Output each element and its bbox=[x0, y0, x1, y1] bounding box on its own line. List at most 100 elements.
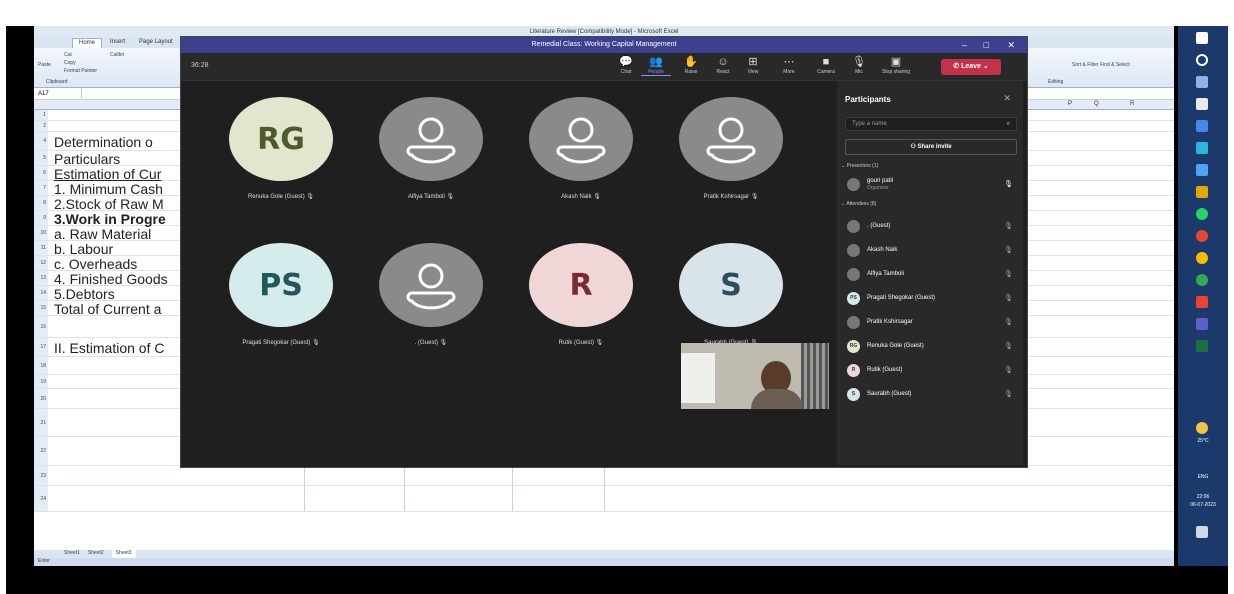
row-number[interactable]: 21 bbox=[34, 409, 48, 436]
sheet-tab[interactable]: Sheet1 bbox=[64, 550, 80, 558]
row-number[interactable]: 11 bbox=[34, 241, 48, 255]
font-select[interactable]: Calibri bbox=[110, 52, 124, 58]
search-icon[interactable] bbox=[1196, 54, 1208, 66]
self-video[interactable] bbox=[681, 343, 829, 409]
sheet-row[interactable]: 24 bbox=[34, 486, 1174, 512]
file-explorer-icon[interactable] bbox=[1196, 98, 1208, 110]
toolbar-view-button[interactable]: ⊞ View bbox=[738, 56, 768, 75]
excel-icon[interactable] bbox=[1196, 340, 1208, 352]
chrome-icon[interactable] bbox=[1196, 142, 1208, 154]
row-number[interactable]: 17 bbox=[34, 338, 48, 356]
attendee-item[interactable]: PS Pragati Shegokar (Guest) 🎙 bbox=[847, 291, 1017, 307]
cell-text[interactable]: Determination o bbox=[54, 134, 153, 150]
row-number[interactable]: 23 bbox=[34, 466, 48, 485]
row-number[interactable]: 24 bbox=[34, 486, 48, 511]
edge-icon[interactable] bbox=[1196, 120, 1208, 132]
row-number[interactable]: 1 bbox=[34, 110, 48, 120]
app-icon[interactable] bbox=[1196, 296, 1208, 308]
row-number[interactable]: 7 bbox=[34, 181, 48, 195]
row-number[interactable]: 19 bbox=[34, 375, 48, 388]
format-painter-button[interactable]: Format Painter bbox=[64, 68, 97, 74]
windows-icon[interactable] bbox=[1196, 32, 1208, 44]
cell-text[interactable]: II. Estimation of C bbox=[54, 340, 164, 356]
cell-text[interactable]: 3.Work in Progre bbox=[54, 211, 166, 227]
row-number[interactable]: 4 bbox=[34, 132, 48, 150]
cell-text[interactable]: b. Labour bbox=[54, 241, 113, 257]
column-header[interactable]: P bbox=[1068, 101, 1072, 107]
attendees-section[interactable]: ⌄ Attendees (8) bbox=[841, 201, 876, 207]
folder-icon[interactable] bbox=[1196, 186, 1208, 198]
find-select-button[interactable]: Find & Select bbox=[1100, 62, 1130, 68]
language-indicator[interactable]: ENG bbox=[1178, 474, 1228, 480]
attendee-item[interactable]: Akash Naik 🎙 bbox=[847, 243, 1017, 259]
attendee-item[interactable]: Alfiya Tamboli 🎙 bbox=[847, 267, 1017, 283]
browser-icon[interactable] bbox=[1196, 274, 1208, 286]
maximize-icon[interactable]: □ bbox=[984, 37, 989, 53]
row-number[interactable]: 14 bbox=[34, 286, 48, 300]
toolbar-camera-button[interactable]: ■ Camera bbox=[811, 56, 841, 75]
chrome-profile-icon[interactable] bbox=[1196, 230, 1208, 242]
cell-text[interactable]: 4. Finished Goods bbox=[54, 271, 168, 287]
row-number[interactable]: 18 bbox=[34, 357, 48, 374]
participant-tile[interactable]: Alfiya Tamboli 🎙 bbox=[351, 97, 501, 217]
cell-text[interactable]: 2.Stock of Raw M bbox=[54, 196, 164, 212]
clock-date[interactable]: 06-07-2023 bbox=[1178, 502, 1228, 508]
toolbar-people-button[interactable]: 👥 People bbox=[641, 56, 671, 76]
tab-home[interactable]: Home bbox=[72, 38, 103, 48]
row-number[interactable]: 6 bbox=[34, 166, 48, 180]
attendee-item[interactable]: . (Guest) 🎙 bbox=[847, 219, 1017, 235]
participant-tile[interactable]: . (Guest) 🎙 bbox=[351, 243, 501, 363]
toolbar-mic-button[interactable]: 🎙 Mic bbox=[844, 56, 874, 75]
mail-icon[interactable] bbox=[1196, 164, 1208, 176]
toolbar-react-button[interactable]: ☺ React bbox=[708, 56, 738, 75]
attendee-item[interactable]: RG Renuka Gole (Guest) 🎙 bbox=[847, 339, 1017, 355]
share-invite-button[interactable]: ⚇ Share invite bbox=[845, 139, 1017, 155]
task-view-icon[interactable] bbox=[1196, 76, 1208, 88]
row-number[interactable]: 10 bbox=[34, 226, 48, 240]
chrome-alt-icon[interactable] bbox=[1196, 252, 1208, 264]
row-number[interactable]: 8 bbox=[34, 196, 48, 210]
cell-text[interactable]: 1. Minimum Cash bbox=[54, 181, 163, 197]
cell-text[interactable]: c. Overheads bbox=[54, 256, 137, 272]
paste-button[interactable]: Paste bbox=[38, 62, 51, 68]
row-number[interactable]: 9 bbox=[34, 211, 48, 225]
cut-button[interactable]: Cut bbox=[64, 52, 72, 58]
row-number[interactable]: 20 bbox=[34, 389, 48, 408]
row-number[interactable]: 13 bbox=[34, 271, 48, 285]
cell-text[interactable]: Particulars bbox=[54, 151, 120, 167]
attendee-item[interactable]: R Rutik (Guest) 🎙 bbox=[847, 363, 1017, 379]
name-box[interactable]: A17 bbox=[34, 88, 82, 99]
sort-filter-button[interactable]: Sort & Filter bbox=[1072, 62, 1098, 68]
row-number[interactable]: 12 bbox=[34, 256, 48, 270]
toolbar-stop-sharing-button[interactable]: ▣ Stop sharing bbox=[881, 56, 911, 75]
participant-tile[interactable]: RG Renuka Gole (Guest) 🎙 bbox=[201, 97, 351, 217]
panel-close-icon[interactable]: ✕ bbox=[1003, 93, 1011, 104]
cell-text[interactable]: a. Raw Material bbox=[54, 226, 151, 242]
participant-tile[interactable]: R Rutik (Guest) 🎙 bbox=[501, 243, 651, 363]
presenter-item[interactable]: gouri patil Organizer 🎙 bbox=[847, 177, 1017, 193]
cell-text[interactable]: 5.Debtors bbox=[54, 286, 115, 302]
weather-icon[interactable] bbox=[1196, 422, 1208, 434]
participant-tile[interactable]: Akash Naik 🎙 bbox=[501, 97, 651, 217]
row-number[interactable]: 15 bbox=[34, 301, 48, 315]
attendee-item[interactable]: S Saurabh (Guest) 🎙 bbox=[847, 387, 1017, 403]
toolbar-chat-button[interactable]: 💬 Chat bbox=[611, 56, 641, 75]
leave-button[interactable]: ✆ Leave ⌄ bbox=[941, 59, 1001, 75]
row-number[interactable]: 16 bbox=[34, 316, 48, 337]
sheet-tab[interactable]: Sheet2 bbox=[88, 550, 104, 558]
toolbar-more-button[interactable]: ⋯ More bbox=[774, 56, 804, 75]
notification-icon[interactable] bbox=[1196, 526, 1208, 538]
presenters-section[interactable]: ⌄ Presenters (1) bbox=[841, 163, 878, 169]
row-number[interactable]: 5 bbox=[34, 151, 48, 165]
teams-icon[interactable] bbox=[1196, 318, 1208, 330]
close-icon[interactable]: ✕ bbox=[1007, 37, 1015, 53]
toolbar-raise-button[interactable]: ✋ Raise bbox=[676, 56, 706, 75]
whatsapp-icon[interactable] bbox=[1196, 208, 1208, 220]
column-header[interactable]: Q bbox=[1094, 101, 1099, 107]
cell-text[interactable]: Total of Current a bbox=[54, 301, 161, 317]
row-number[interactable]: 22 bbox=[34, 437, 48, 465]
clock-time[interactable]: 22:06 bbox=[1178, 494, 1228, 500]
tab-page-layout[interactable]: Page Layout bbox=[133, 38, 179, 48]
row-number[interactable]: 2 bbox=[34, 121, 48, 131]
tab-insert[interactable]: Insert bbox=[104, 38, 131, 48]
